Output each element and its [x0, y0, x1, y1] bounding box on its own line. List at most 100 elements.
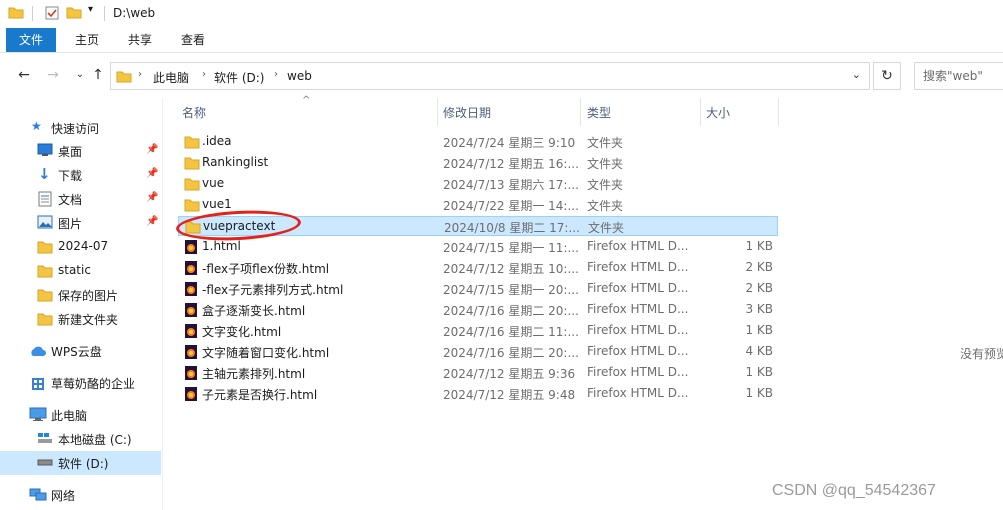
building-icon	[32, 378, 44, 390]
customize-quick-access-icon[interactable]: ▾	[88, 4, 93, 15]
sidebar-this-pc[interactable]: 此电脑	[0, 403, 161, 427]
breadcrumb-web[interactable]: web	[287, 69, 312, 83]
search-input[interactable]: 搜索"web"	[914, 62, 1003, 90]
column-header-size[interactable]: 大小	[706, 104, 730, 121]
file-row[interactable]: -flex子元素排列方式.html 2024/7/15 星期一 20:... Fir…	[178, 279, 778, 299]
column-divider[interactable]	[580, 98, 581, 126]
file-type: Firefox HTML D...	[587, 344, 689, 358]
file-name: 主轴元素排列.html	[202, 367, 306, 381]
pin-icon: 📌	[146, 144, 159, 155]
address-dropdown-chevron-icon[interactable]: ⌄	[852, 68, 861, 81]
up-arrow-icon[interactable]: ↑	[89, 66, 107, 84]
sidebar-item-label: 本地磁盘 (C:)	[58, 433, 132, 447]
firefox-html-icon	[184, 302, 198, 321]
file-date: 2024/7/15 星期一 20:...	[443, 283, 579, 297]
file-type: Firefox HTML D...	[587, 365, 689, 379]
forward-arrow-icon[interactable]: →	[44, 66, 62, 84]
file-type: 文件夹	[587, 157, 624, 171]
sidebar-item-label: 文档	[58, 193, 83, 207]
column-divider[interactable]	[700, 98, 701, 126]
file-row[interactable]: 文字随着窗口变化.html 2024/7/16 星期二 20:... Firefox…	[178, 342, 778, 362]
column-header-type[interactable]: 类型	[587, 104, 611, 121]
file-row[interactable]: 文字变化.html 2024/7/16 星期二 11:... Firefox HTM…	[178, 321, 778, 341]
back-arrow-icon[interactable]: ←	[15, 66, 33, 84]
recent-locations-chevron-icon[interactable]: ⌄	[71, 66, 89, 84]
refresh-icon[interactable]: ↻	[873, 62, 901, 90]
file-date: 2024/7/16 星期二 20:...	[443, 346, 579, 360]
file-name: .idea	[202, 134, 232, 148]
column-divider[interactable]	[437, 98, 438, 126]
tab-share[interactable]: 共享	[115, 28, 165, 52]
sidebar-item-label: 快速访问	[51, 122, 100, 136]
breadcrumb-chevron-icon[interactable]: ›	[202, 69, 206, 80]
folder-icon	[37, 289, 53, 302]
sidebar-item-desktop[interactable]: 桌面 📌	[0, 139, 161, 163]
firefox-html-icon	[184, 281, 198, 300]
column-divider[interactable]	[778, 98, 779, 126]
column-header-name[interactable]: 名称	[182, 104, 206, 121]
drive-icon	[37, 459, 53, 466]
file-name: 文字随着窗口变化.html	[202, 346, 330, 360]
sidebar-enterprise[interactable]: 草莓奶酪的企业	[0, 371, 161, 395]
ribbon: 文件 主页 共享 查看	[0, 28, 1003, 53]
file-date: 2024/7/12 星期五 9:48	[443, 388, 576, 402]
firefox-html-icon	[184, 365, 198, 384]
folder-icon	[37, 265, 53, 278]
sidebar-item-static[interactable]: static	[0, 259, 161, 283]
file-type: 文件夹	[587, 178, 624, 192]
address-bar[interactable]: › 此电脑 › 软件 (D:) › web ⌄	[110, 62, 870, 90]
file-name: 文字变化.html	[202, 325, 282, 339]
file-date: 2024/7/16 星期二 20:...	[443, 304, 579, 318]
picture-icon	[37, 215, 53, 229]
sidebar-network[interactable]: 网络	[0, 483, 161, 507]
sidebar-item-documents[interactable]: 文档 📌	[0, 187, 161, 211]
sidebar-item-label: 草莓奶酪的企业	[51, 377, 136, 391]
file-name: Rankinglist	[202, 155, 269, 169]
sidebar-item-2024-07[interactable]: 2024-07	[0, 235, 161, 259]
file-type: Firefox HTML D...	[587, 323, 689, 337]
download-icon: ↓	[38, 165, 51, 183]
breadcrumb-this-pc[interactable]: 此电脑	[153, 69, 189, 86]
file-date: 2024/7/22 星期一 14:...	[443, 199, 579, 213]
file-row[interactable]: .idea 2024/7/24 星期三 9:10 文件夹	[178, 132, 778, 152]
file-row[interactable]: -flex子项flex份数.html 2024/7/12 星期五 10:... Fi…	[178, 258, 778, 278]
sidebar-item-pictures[interactable]: 图片 📌	[0, 211, 161, 235]
sidebar-item-label: 保存的图片	[58, 289, 119, 303]
sidebar-item-saved-pictures[interactable]: 保存的图片	[0, 283, 161, 307]
pin-icon: 📌	[146, 192, 159, 203]
file-row[interactable]: Rankinglist 2024/7/12 星期五 16:... 文件夹	[178, 153, 778, 173]
breadcrumb-chevron-icon[interactable]: ›	[138, 69, 142, 80]
column-header-date[interactable]: 修改日期	[443, 104, 491, 121]
file-row[interactable]: vue 2024/7/13 星期六 17:... 文件夹	[178, 174, 778, 194]
desktop-icon	[37, 143, 53, 156]
file-type: 文件夹	[588, 221, 625, 235]
breadcrumb-chevron-icon[interactable]: ›	[274, 69, 278, 80]
sidebar-drive-c[interactable]: 本地磁盘 (C:)	[0, 427, 161, 451]
file-row[interactable]: 子元素是否换行.html 2024/7/12 星期五 9:48 Firefox HT…	[178, 384, 778, 404]
tab-view[interactable]: 查看	[168, 28, 218, 52]
properties-icon[interactable]	[44, 5, 60, 21]
sidebar-quick-access[interactable]: ★ 快速访问	[0, 116, 161, 140]
sidebar-wps-cloud[interactable]: WPS云盘	[0, 339, 161, 363]
file-row[interactable]: 1.html 2024/7/15 星期一 11:... Firefox HTML D…	[178, 237, 778, 257]
firefox-html-icon	[184, 386, 198, 405]
file-size: 1 KB	[745, 365, 773, 379]
file-row[interactable]: 主轴元素排列.html 2024/7/12 星期五 9:36 Firefox HTM…	[178, 363, 778, 383]
file-size: 1 KB	[745, 239, 773, 253]
file-date: 2024/10/8 星期二 17:...	[444, 221, 580, 235]
preview-pane-text: 没有预览	[960, 347, 1003, 361]
sidebar-item-new-folder[interactable]: 新建文件夹	[0, 307, 161, 331]
sidebar-item-downloads[interactable]: ↓ 下载 📌	[0, 163, 161, 187]
file-date: 2024/7/24 星期三 9:10	[443, 136, 576, 150]
file-row[interactable]: 盒子逐渐变长.html 2024/7/16 星期二 20:... Firefox H…	[178, 300, 778, 320]
file-date: 2024/7/12 星期五 10:...	[443, 262, 579, 276]
sidebar-item-label: WPS云盘	[51, 345, 102, 359]
sidebar-drive-d[interactable]: 软件 (D:)	[0, 451, 161, 475]
breadcrumb-drive-d[interactable]: 软件 (D:)	[214, 69, 264, 86]
cloud-icon	[31, 346, 46, 356]
navigation-pane: ★ 快速访问 桌面 📌 ↓ 下载 📌 文档 📌 图片 📌 2024-07 sta…	[0, 98, 163, 510]
tab-home[interactable]: 主页	[62, 28, 112, 52]
new-folder-icon[interactable]	[66, 5, 82, 19]
tab-file[interactable]: 文件	[6, 28, 57, 52]
window-title: D:\web	[113, 6, 156, 20]
